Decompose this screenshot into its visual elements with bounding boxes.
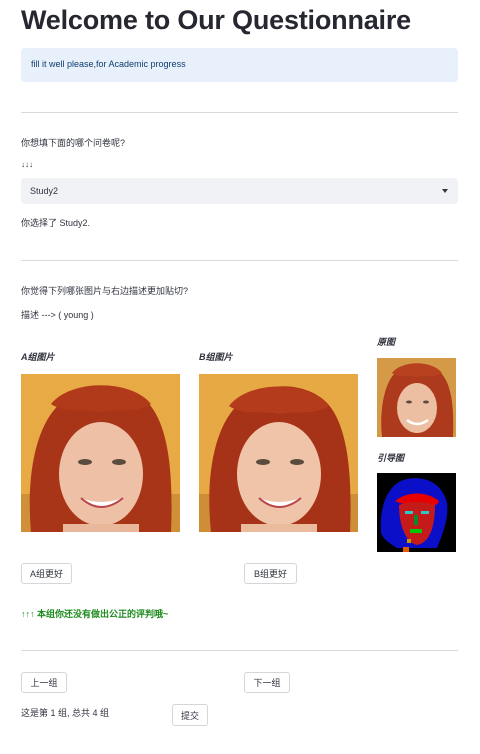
- submit-button[interactable]: 提交: [172, 704, 208, 726]
- b-better-button[interactable]: B组更好: [244, 563, 297, 584]
- compare-question: 你觉得下列哪张图片与右边描述更加贴切?: [21, 286, 189, 296]
- divider: [21, 112, 458, 113]
- next-button[interactable]: 下一组: [244, 672, 290, 693]
- group-b-label: B组图片: [199, 352, 233, 362]
- group-b-image: [199, 374, 358, 532]
- group-a-image: [21, 374, 180, 532]
- guide-label: 引导图: [377, 453, 405, 463]
- survey-select[interactable]: Study2: [21, 178, 458, 204]
- original-label: 原图: [377, 337, 396, 347]
- info-banner: fill it well please,for Academic progres…: [21, 48, 458, 82]
- group-a-label: A组图片: [21, 352, 55, 362]
- arrows-down: ↓↓↓: [21, 160, 33, 169]
- notice-text: ↑↑↑ 本组你还没有做出公正的评判哦~: [21, 609, 169, 619]
- divider: [21, 260, 458, 261]
- divider: [21, 650, 458, 651]
- chevron-down-icon[interactable]: [442, 189, 448, 193]
- a-better-button[interactable]: A组更好: [21, 563, 72, 584]
- description-text: 描述 ---> ( young ): [21, 310, 94, 320]
- guide-image: [377, 473, 456, 552]
- original-image: [377, 358, 456, 437]
- survey-question: 你想填下面的哪个问卷呢?: [21, 138, 126, 148]
- prev-button[interactable]: 上一组: [21, 672, 67, 693]
- page-title: Welcome to Our Questionnaire: [21, 5, 411, 35]
- selected-text: 你选择了 Study2.: [21, 218, 91, 228]
- survey-select-value: Study2: [30, 186, 59, 196]
- page-status: 这是第 1 组, 总共 4 组: [21, 708, 110, 718]
- info-text: fill it well please,for Academic progres…: [31, 59, 186, 69]
